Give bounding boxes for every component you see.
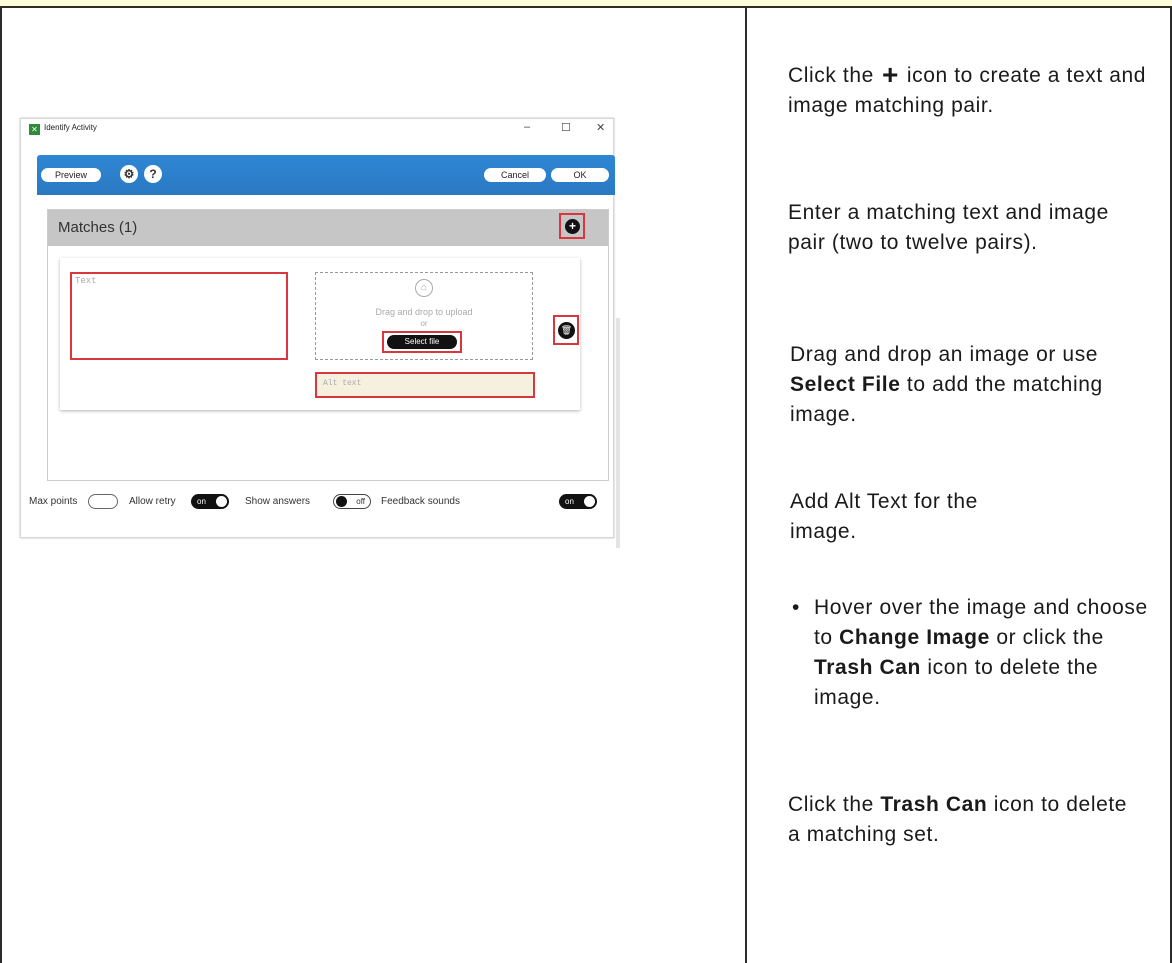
preview-button[interactable]: Preview — [41, 168, 101, 182]
step5-text-b: or click the — [996, 626, 1104, 649]
step6-bold: Trash Can — [880, 793, 988, 816]
step1-text-a: Click the — [788, 64, 874, 87]
bullet-dot: • — [792, 596, 800, 619]
step5-bold-change-image: Change Image — [839, 626, 990, 649]
pair-text-field[interactable]: Text — [70, 272, 288, 360]
ok-button[interactable]: OK — [551, 168, 609, 182]
instruction-delete-set: Click the Trash Can icon to delete a mat… — [788, 790, 1138, 850]
allow-retry-label: Allow retry — [129, 496, 176, 507]
instruction-enter-pair: Enter a matching text and image pair (tw… — [788, 201, 1109, 254]
minimize-button[interactable]: – — [524, 121, 530, 133]
show-answers-value: off — [356, 497, 365, 506]
matches-panel: Matches (1) + Text ⌂ Drag and drop to up… — [47, 209, 620, 548]
feedback-sounds-toggle[interactable]: on — [559, 494, 597, 509]
instruction-change-image: • Hover over the image and choose to Cha… — [788, 593, 1168, 713]
window-title: Identify Activity — [44, 123, 97, 132]
toggle-knob — [336, 496, 347, 507]
allow-retry-value: on — [197, 497, 206, 506]
step6-text-a: Click the — [788, 793, 874, 816]
dialog-toolbar: Preview ⚙ ? Cancel OK — [37, 155, 615, 195]
app-icon: ✕ — [29, 124, 40, 135]
select-file-button[interactable]: Select file — [387, 335, 457, 349]
match-pair-card: Text ⌂ Drag and drop to upload or Select… — [60, 258, 580, 410]
step5-bold-trash-can: Trash Can — [814, 656, 921, 679]
plus-icon: + — [881, 59, 899, 90]
cancel-button[interactable]: Cancel — [484, 168, 546, 182]
panel-scrollbar[interactable] — [616, 318, 620, 548]
step3-bold: Select File — [790, 373, 901, 396]
dialog-footer: Max points Allow retry on Show answers o… — [21, 491, 613, 515]
top-band — [0, 0, 1172, 8]
table-border-middle — [745, 6, 747, 963]
table-border-left — [0, 6, 2, 963]
settings-gear-icon[interactable]: ⚙ — [120, 165, 138, 183]
step3-text-a: Drag and drop an image or use — [790, 343, 1099, 366]
maximize-button[interactable]: ☐ — [561, 121, 571, 134]
show-answers-label: Show answers — [245, 496, 311, 507]
window-titlebar: ✕ Identify Activity – ☐ ✕ — [21, 119, 613, 139]
help-icon[interactable]: ? — [144, 165, 162, 183]
dropzone-or: or — [420, 319, 428, 328]
add-pair-highlight: + — [559, 213, 585, 239]
show-answers-toggle[interactable]: off — [333, 494, 371, 509]
matches-header: Matches (1) + — [48, 210, 608, 246]
feedback-sounds-label: Feedback sounds — [381, 496, 460, 507]
activity-dialog-screenshot: ✕ Identify Activity – ☐ ✕ Preview ⚙ ? Ca… — [20, 118, 620, 548]
add-pair-plus-icon[interactable]: + — [565, 219, 580, 234]
instruction-drag-drop: Drag and drop an image or use Select Fil… — [790, 340, 1130, 430]
toggle-knob — [584, 496, 595, 507]
alt-text-field[interactable]: Alt text — [315, 372, 535, 398]
image-dropzone[interactable]: ⌂ Drag and drop to upload or Select file — [315, 272, 533, 360]
instruction-create-pair: Click the + icon to create a text and imag… — [788, 60, 1158, 121]
allow-retry-toggle[interactable]: on — [191, 494, 229, 509]
toggle-knob — [216, 496, 227, 507]
max-points-label: Max points — [29, 496, 78, 507]
max-points-input[interactable] — [88, 494, 118, 509]
delete-pair-highlight: 🗑 — [553, 315, 579, 345]
matches-title: Matches (1) — [58, 219, 138, 236]
feedback-sounds-value: on — [565, 497, 574, 506]
image-upload-icon: ⌂ — [415, 279, 433, 297]
instruction-alt-text: Add Alt Text for the image. — [790, 490, 978, 543]
select-file-highlight: Select file — [382, 331, 462, 353]
close-button[interactable]: ✕ — [596, 121, 605, 134]
trash-icon[interactable]: 🗑 — [558, 322, 575, 339]
dropzone-text: Drag and drop to upload — [375, 307, 473, 317]
